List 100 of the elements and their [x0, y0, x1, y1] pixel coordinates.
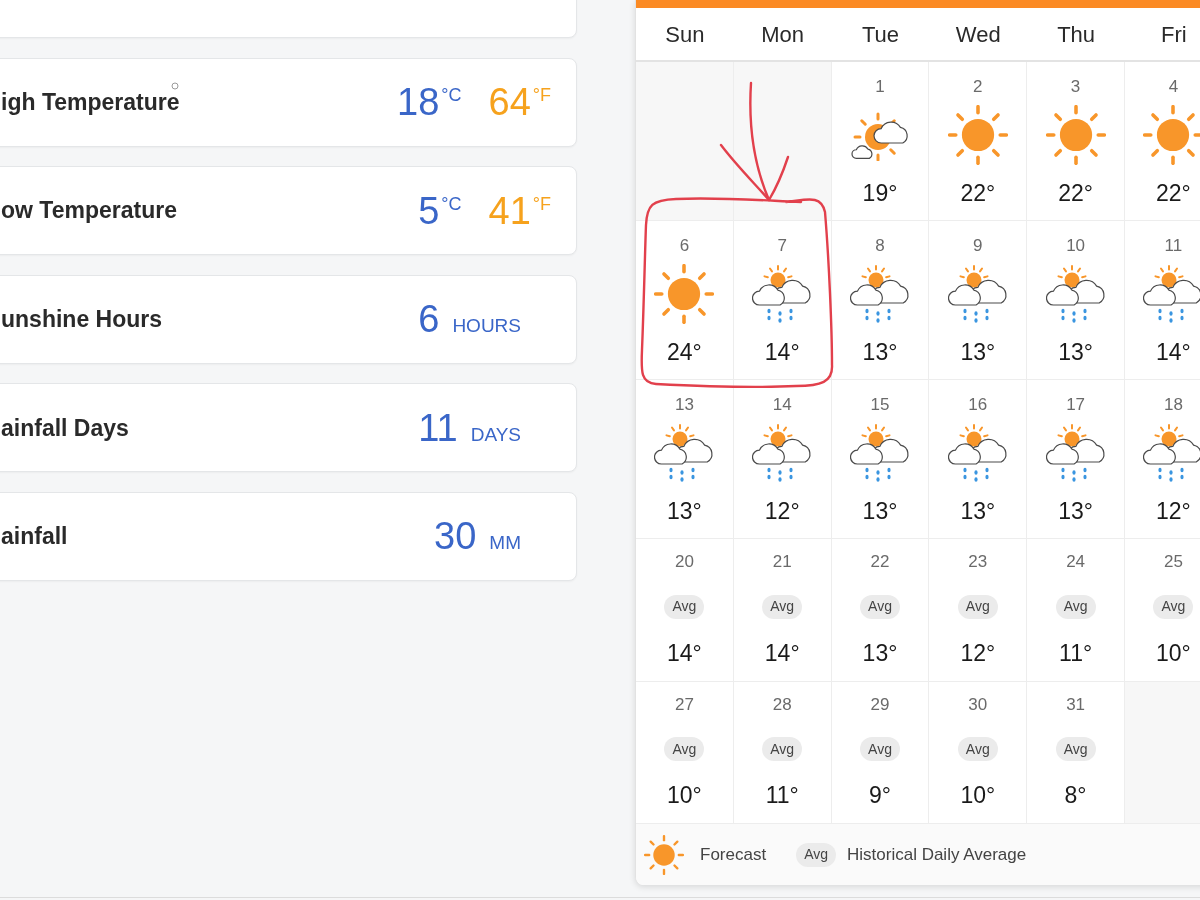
day-number: 4	[1168, 76, 1179, 98]
unit-label: °C	[441, 85, 462, 106]
day-number: 8	[875, 235, 885, 257]
rain-cloud-icon	[752, 424, 813, 482]
weekday-label: Wed	[955, 20, 1001, 49]
unit-label: DAYS	[470, 422, 521, 447]
weekday-label: Thu	[1057, 20, 1096, 49]
day-temperature: 13°	[960, 497, 996, 525]
day-number: 3	[1070, 76, 1081, 98]
unit-label: °F	[532, 85, 551, 106]
day-number: 25	[1163, 551, 1183, 573]
day-temperature: 11°	[1059, 638, 1093, 667]
unit-label: MM	[489, 531, 521, 556]
average-tag: Avg	[796, 842, 836, 867]
weekday-label: Tue	[861, 20, 900, 49]
unit-label: °C	[441, 193, 462, 214]
day-temperature: 12°	[960, 638, 996, 667]
day-temperature: 13°	[960, 338, 996, 366]
day-temperature: 9°	[869, 781, 891, 809]
day-temperature: 13°	[1058, 338, 1093, 366]
average-tag: Avg	[957, 594, 998, 619]
average-tag: Avg	[1153, 594, 1194, 619]
day-temperature: 10°	[667, 781, 702, 809]
day-temperature: 22°	[1156, 179, 1191, 207]
stat-value: 64	[488, 80, 531, 125]
sun-icon	[644, 834, 684, 875]
stat-value: 18	[397, 80, 440, 125]
day-number: 14	[772, 394, 792, 416]
rain-cloud-icon	[947, 424, 1008, 482]
average-tag: Avg	[957, 737, 998, 761]
average-tag: Avg	[664, 737, 705, 761]
day-number: 24	[1066, 551, 1086, 573]
day-temperature: 13°	[1058, 497, 1093, 525]
day-temperature: 10°	[960, 781, 996, 809]
day-number: 13	[674, 394, 694, 416]
day-number: 2	[973, 76, 983, 98]
stat-value: 5	[418, 188, 440, 233]
average-tag: Avg	[860, 737, 900, 761]
stat-label: unshine Hours	[1, 305, 162, 335]
stat-value: 11	[418, 405, 458, 450]
day-temperature: 8°	[1064, 781, 1087, 809]
day-temperature: 13°	[862, 638, 898, 667]
stat-label: ainfall Days	[1, 413, 129, 443]
day-temperature: 12°	[764, 497, 800, 525]
sun-icon	[947, 105, 1008, 165]
average-tag: Avg	[664, 594, 705, 619]
day-temperature: 14°	[1156, 338, 1191, 366]
day-temperature: 22°	[960, 179, 996, 207]
average-tag: Avg	[860, 594, 900, 619]
day-number: 29	[870, 693, 890, 716]
rain-cloud-icon	[752, 265, 813, 323]
average-tag: Avg	[1055, 594, 1096, 619]
day-temperature: 22°	[1058, 179, 1093, 207]
day-temperature: 13°	[667, 497, 702, 525]
day-number: 7	[777, 235, 787, 257]
day-temperature: 24°	[667, 338, 702, 366]
unit-label: °F	[532, 193, 551, 214]
day-temperature: 19°	[862, 179, 898, 207]
day-number: 30	[968, 693, 988, 716]
rain-cloud-icon	[1045, 424, 1106, 482]
legend-label: Historical Daily Average	[847, 843, 1027, 866]
day-temperature: 14°	[667, 638, 702, 667]
sun-icon	[1045, 105, 1106, 165]
day-temperature: 13°	[862, 338, 898, 366]
sun-icon	[1143, 105, 1200, 165]
weekday-label: Mon	[761, 20, 805, 49]
day-number: 10	[1066, 235, 1086, 257]
rain-cloud-icon	[947, 265, 1008, 323]
rain-cloud-icon	[850, 424, 910, 482]
day-number: 9	[973, 235, 983, 257]
day-number: 17	[1066, 394, 1086, 416]
stat-value: 6	[418, 297, 440, 342]
day-number: 20	[674, 551, 694, 573]
stat-value: 30	[434, 514, 477, 559]
day-number: 23	[968, 551, 988, 573]
day-temperature: 13°	[862, 497, 898, 525]
day-number: 16	[968, 394, 988, 416]
stat-label: igh Temperature	[1, 87, 180, 117]
rain-cloud-icon	[1045, 265, 1106, 323]
stat-label: ow Temperature	[1, 196, 177, 226]
day-number: 27	[674, 693, 694, 716]
sun-icon	[654, 264, 715, 324]
average-tag: Avg	[1055, 737, 1096, 761]
day-number: 28	[772, 693, 792, 716]
weekday-label: Sun	[665, 20, 705, 49]
day-number: 21	[772, 551, 792, 573]
day-number: 31	[1066, 693, 1086, 716]
rain-cloud-icon	[654, 424, 715, 482]
stat-value: 41	[488, 188, 531, 233]
day-number: 18	[1163, 394, 1183, 416]
day-temperature: 14°	[764, 638, 800, 667]
day-temperature: 11°	[765, 781, 799, 809]
day-number: 15	[870, 394, 890, 416]
rain-cloud-icon	[850, 265, 910, 323]
average-tag: Avg	[762, 594, 803, 619]
average-tag: Avg	[762, 737, 803, 761]
day-number: 11	[1164, 235, 1183, 257]
day-temperature: 14°	[764, 338, 800, 366]
legend-label: Forecast	[700, 843, 767, 866]
unit-label: HOURS	[452, 314, 521, 339]
